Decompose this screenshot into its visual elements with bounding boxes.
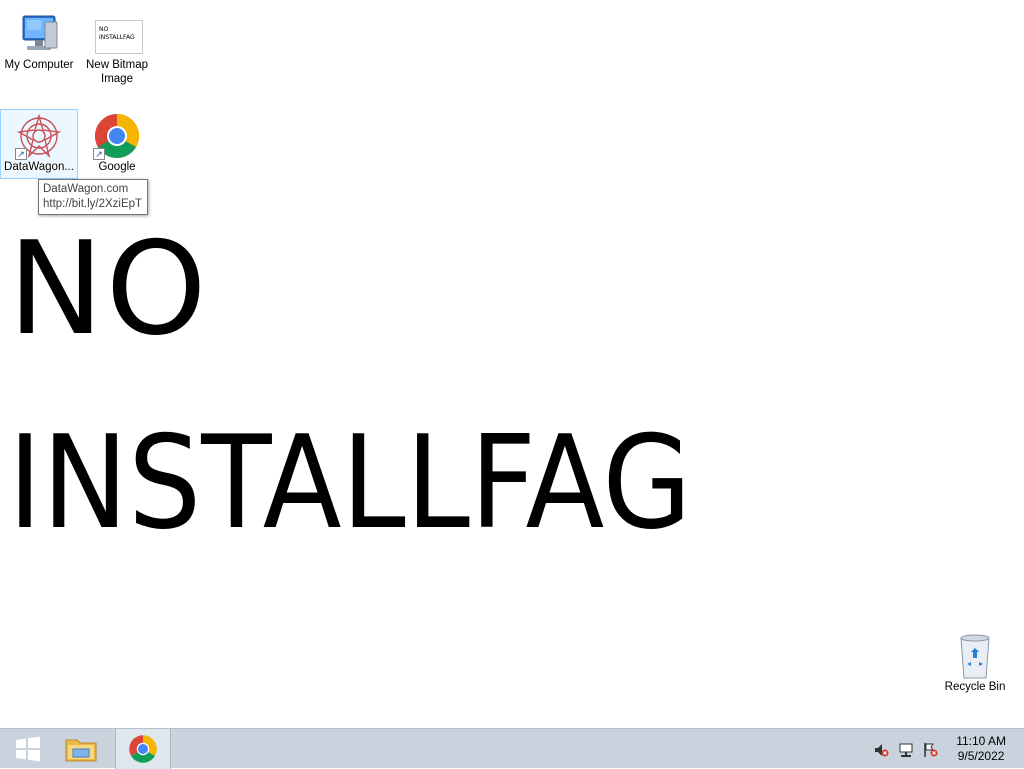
start-button[interactable] bbox=[0, 729, 56, 769]
action-center-flag-icon[interactable] bbox=[922, 742, 938, 758]
chrome-icon bbox=[129, 735, 157, 763]
bitmap-icon: NO INSTALLFAG bbox=[91, 10, 143, 58]
desktop-icon-label: My Computer bbox=[4, 59, 74, 71]
speaker-muted-icon[interactable] bbox=[873, 742, 889, 758]
desktop-icon-label: Google bbox=[98, 161, 136, 173]
taskbar-clock[interactable]: 11:10 AM 9/5/2022 bbox=[956, 734, 1006, 764]
wallpaper-line-2: INSTALLFAG bbox=[8, 409, 692, 558]
desktop-icon-datawagon[interactable]: ↗ DataWagon... bbox=[0, 109, 78, 179]
desktop-icon-new-bitmap-image[interactable]: NO INSTALLFAG New Bitmap Image bbox=[79, 8, 155, 86]
desktop-icon-label: New Bitmap Image bbox=[86, 59, 148, 85]
desktop-icon-label: Recycle Bin bbox=[944, 681, 1006, 693]
shortcut-arrow-icon: ↗ bbox=[15, 148, 27, 160]
folder-icon bbox=[65, 739, 97, 762]
clock-date: 9/5/2022 bbox=[957, 749, 1005, 763]
network-icon[interactable] bbox=[898, 742, 914, 758]
computer-icon bbox=[15, 10, 63, 58]
taskbar-chrome[interactable] bbox=[115, 729, 171, 769]
shortcut-arrow-icon: ↗ bbox=[93, 148, 105, 160]
clock-time: 11:10 AM bbox=[956, 734, 1006, 748]
bitmap-thumbnail: NO INSTALLFAG bbox=[95, 20, 143, 54]
tooltip-url: http://bit.ly/2XziEpT bbox=[43, 198, 143, 210]
wallpaper-line-1: NO bbox=[8, 215, 209, 364]
desktop-icon-label: DataWagon... bbox=[4, 161, 74, 173]
recycle-bin-icon bbox=[951, 632, 999, 680]
datawagon-icon: ↗ bbox=[15, 112, 63, 160]
chrome-icon: ↗ bbox=[93, 112, 141, 160]
desktop-icon-my-computer[interactable]: My Computer bbox=[1, 8, 77, 72]
tooltip-title: DataWagon.com bbox=[43, 183, 129, 195]
taskbar-file-explorer[interactable] bbox=[53, 729, 109, 769]
taskbar: 11:10 AM 9/5/2022 bbox=[0, 728, 1024, 769]
desktop-icon-recycle-bin[interactable]: Recycle Bin bbox=[937, 630, 1013, 694]
desktop-icon-google-chrome[interactable]: ↗ Google bbox=[79, 110, 155, 174]
windows-logo-icon bbox=[16, 736, 40, 762]
shortcut-tooltip: DataWagon.com http://bit.ly/2XziEpT bbox=[38, 179, 149, 215]
